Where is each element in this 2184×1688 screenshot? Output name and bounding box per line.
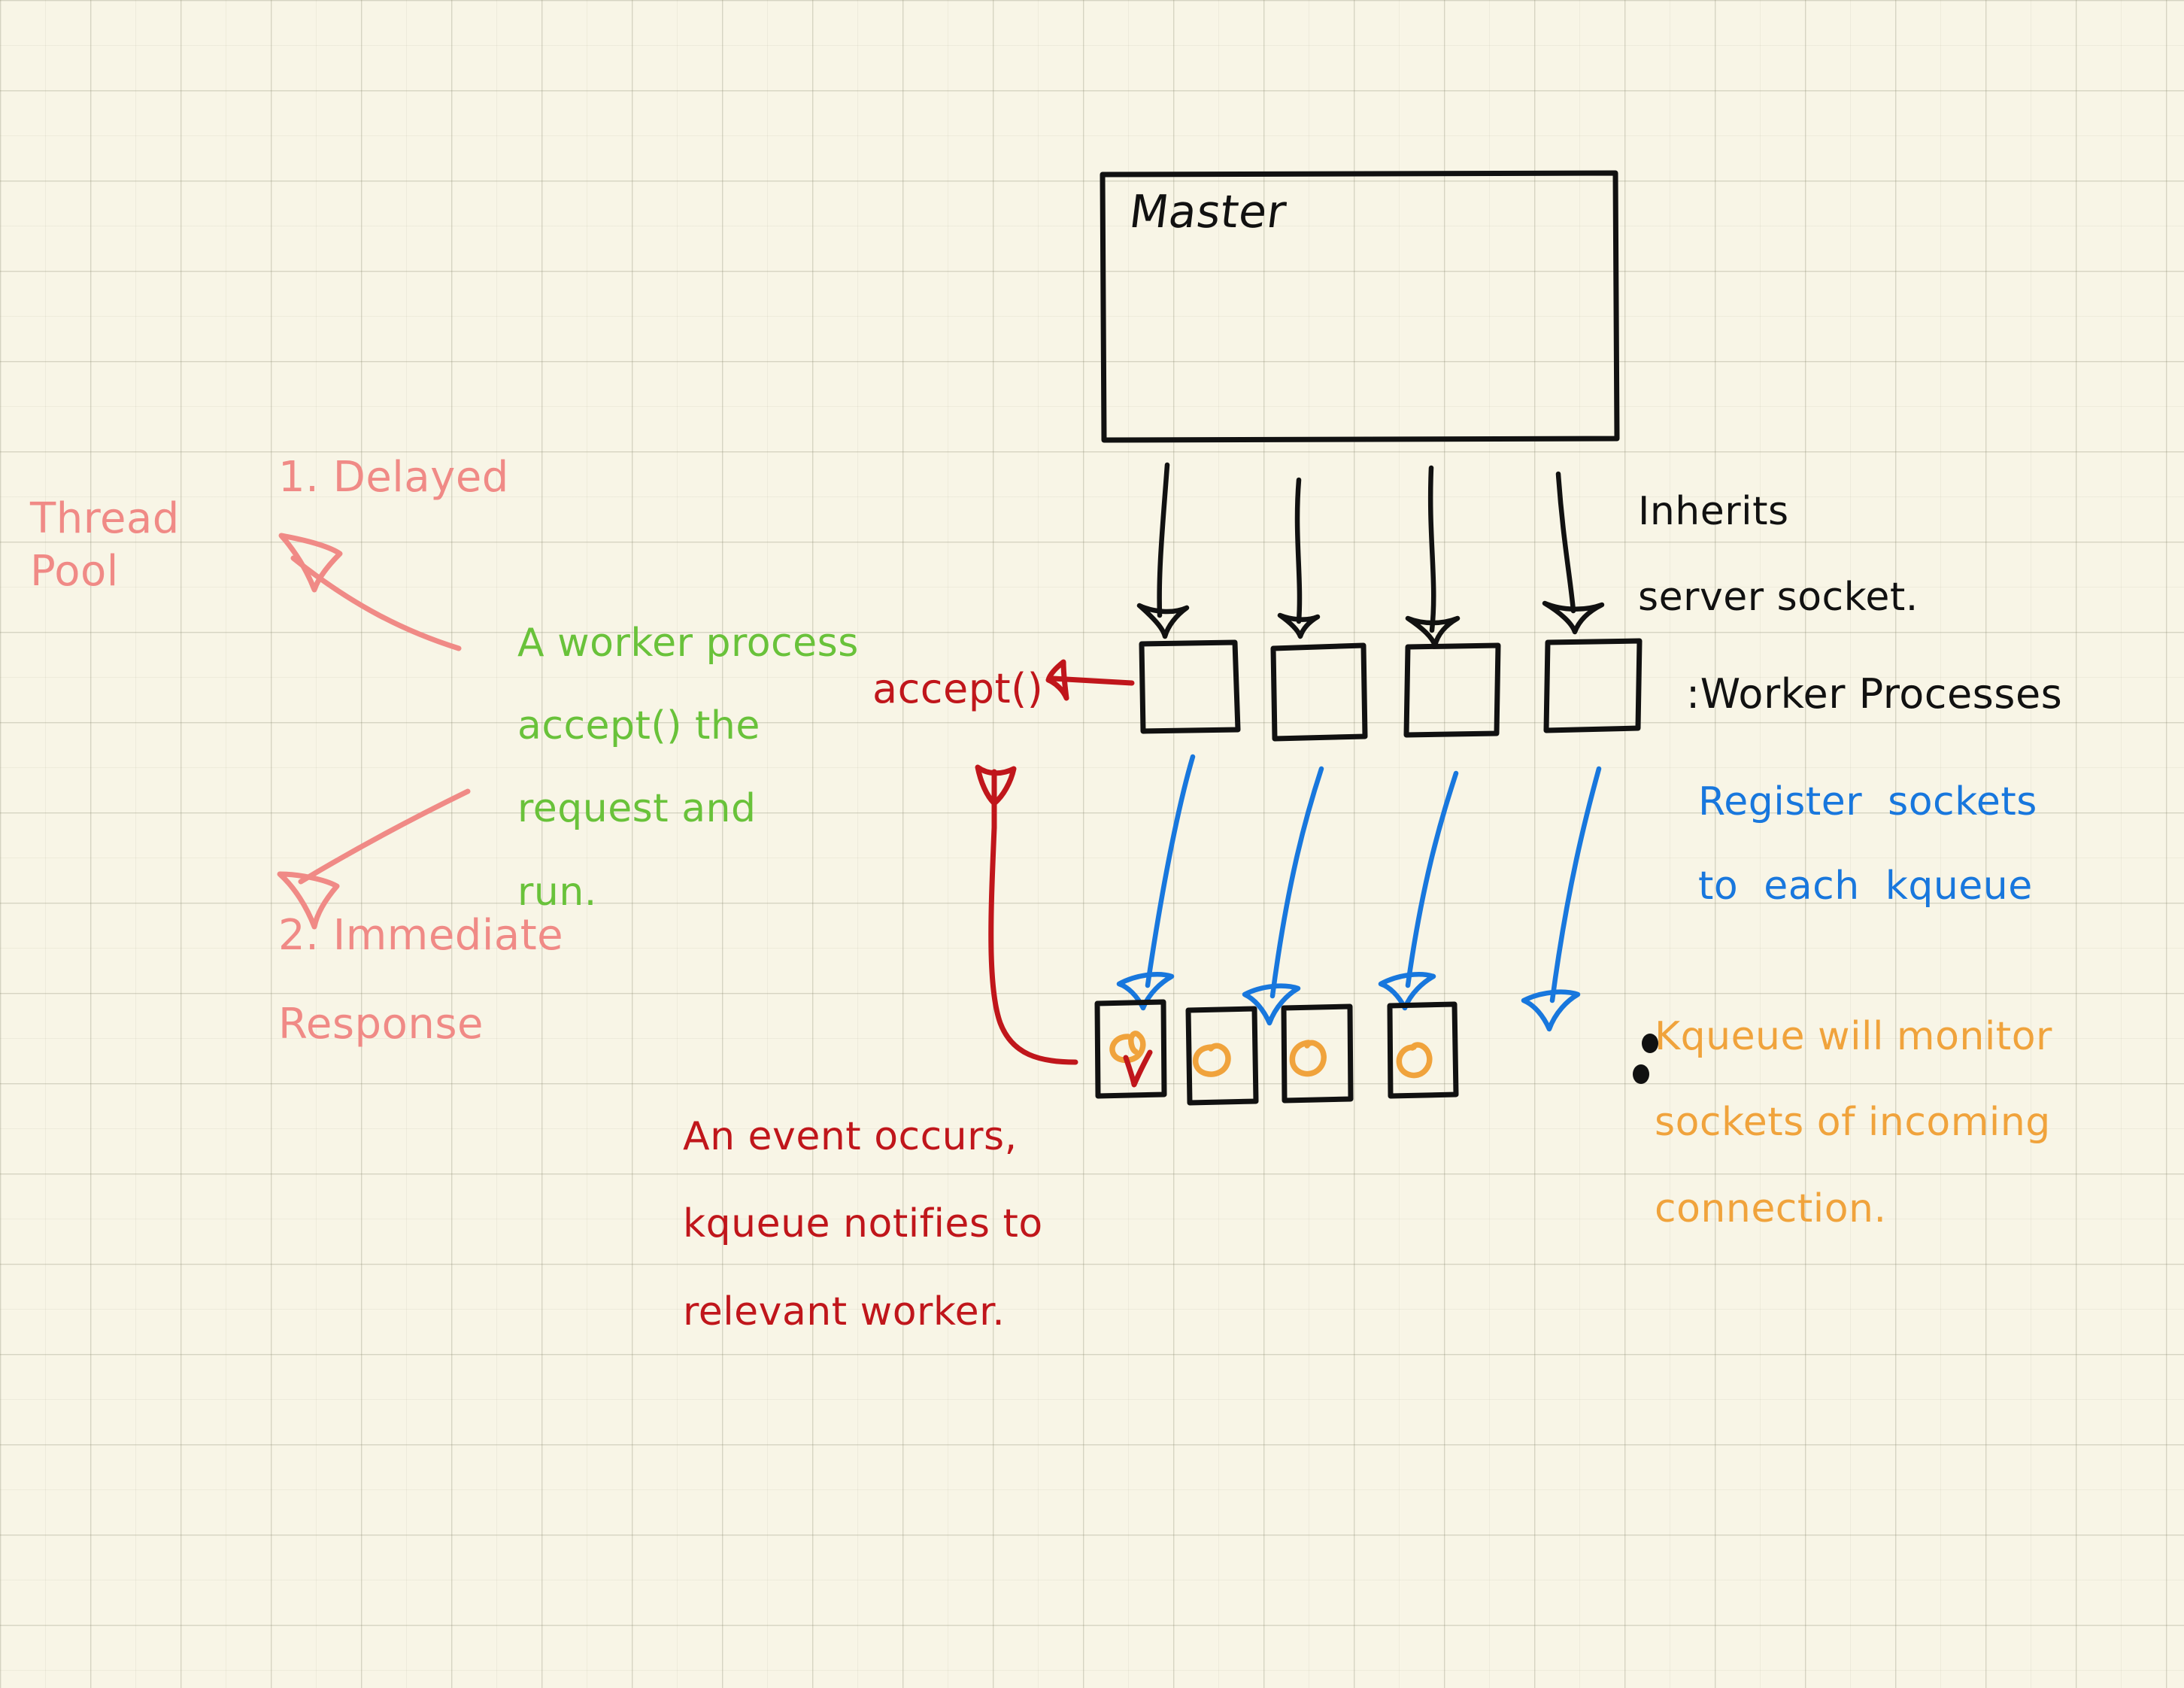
- inherit-arrows: [1136, 462, 1605, 648]
- accept-call-label: accept(): [872, 665, 1044, 712]
- inherits-server-socket-note: Inherits server socket.: [1638, 489, 1919, 621]
- kqueue-marker-2: [1192, 1043, 1231, 1077]
- kqueue-monitor-note: Kqueue will monitor sockets of incoming …: [1655, 1014, 2052, 1231]
- kqueue-socket-markers: [1109, 1031, 1433, 1079]
- event-occurs-note: An event occurs, kqueue notifies to rele…: [683, 1114, 1043, 1334]
- immediate-response-note: 2. Immediate Response: [278, 911, 564, 1049]
- worker-boxes: [1139, 638, 1643, 742]
- worker-box-2: [1270, 642, 1368, 742]
- worker-processes-label: :Worker Processes: [1686, 670, 2063, 718]
- immediate-arrow: [277, 788, 471, 930]
- worker-box-1: [1139, 639, 1241, 734]
- register-arrows: [1116, 754, 1602, 1032]
- worker-accept-note: A worker process accept() the request an…: [517, 621, 859, 915]
- worker-box-4: [1543, 638, 1643, 733]
- delayed-arrow: [278, 533, 462, 651]
- delayed-note: 1. Delayed: [278, 453, 509, 502]
- kqueue-marker-4: [1396, 1042, 1433, 1079]
- register-sockets-note: Register sockets to each kqueue: [1698, 779, 2037, 909]
- kqueue-marker-3: [1289, 1040, 1327, 1077]
- kqueue-box-4: [1387, 1001, 1459, 1099]
- master-label: Master: [1126, 186, 1290, 238]
- worker-box-3: [1403, 642, 1501, 738]
- whiteboard-canvas: Master Thread Pool 1. Delayed 2. Immedia…: [0, 0, 2184, 1688]
- kqueue-notify-arrow: [975, 764, 1078, 1065]
- accept-arrow: [1045, 659, 1135, 701]
- thread-pool-note: Thread Pool: [30, 494, 180, 596]
